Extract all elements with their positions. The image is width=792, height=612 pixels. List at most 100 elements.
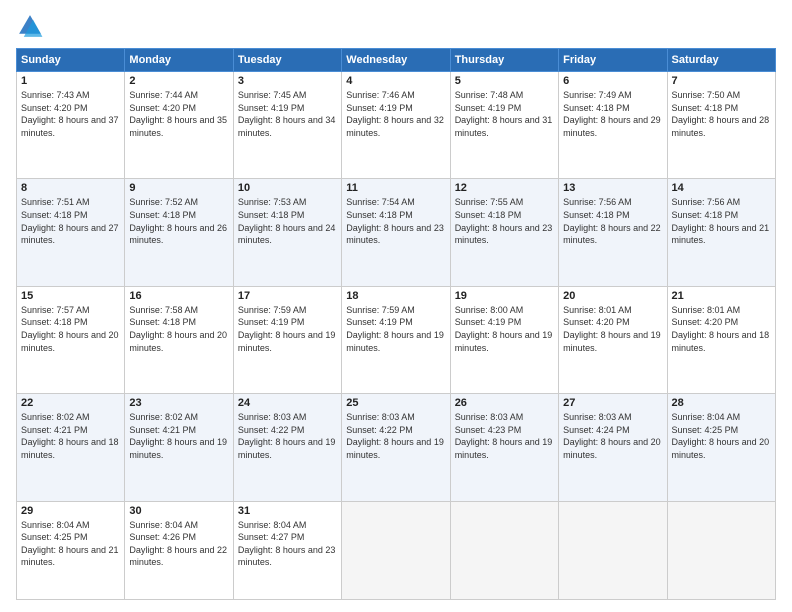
- logo: [16, 12, 48, 40]
- day-number: 19: [455, 290, 554, 302]
- day-cell: 16 Sunrise: 7:58 AM Sunset: 4:18 PM Dayl…: [125, 286, 233, 393]
- day-number: 3: [238, 75, 337, 87]
- day-info: Sunrise: 7:50 AM Sunset: 4:18 PM Dayligh…: [672, 89, 771, 139]
- day-info: Sunrise: 8:02 AM Sunset: 4:21 PM Dayligh…: [21, 411, 120, 461]
- day-cell: 4 Sunrise: 7:46 AM Sunset: 4:19 PM Dayli…: [342, 72, 450, 179]
- day-info: Sunrise: 7:53 AM Sunset: 4:18 PM Dayligh…: [238, 196, 337, 246]
- day-cell: 24 Sunrise: 8:03 AM Sunset: 4:22 PM Dayl…: [233, 394, 341, 501]
- day-cell: 3 Sunrise: 7:45 AM Sunset: 4:19 PM Dayli…: [233, 72, 341, 179]
- day-info: Sunrise: 7:48 AM Sunset: 4:19 PM Dayligh…: [455, 89, 554, 139]
- day-number: 20: [563, 290, 662, 302]
- day-cell: [450, 501, 558, 599]
- calendar-header-row: SundayMondayTuesdayWednesdayThursdayFrid…: [17, 49, 776, 72]
- day-number: 5: [455, 75, 554, 87]
- day-cell: 22 Sunrise: 8:02 AM Sunset: 4:21 PM Dayl…: [17, 394, 125, 501]
- day-info: Sunrise: 7:56 AM Sunset: 4:18 PM Dayligh…: [672, 196, 771, 246]
- day-cell: 28 Sunrise: 8:04 AM Sunset: 4:25 PM Dayl…: [667, 394, 775, 501]
- day-number: 10: [238, 182, 337, 194]
- day-info: Sunrise: 7:52 AM Sunset: 4:18 PM Dayligh…: [129, 196, 228, 246]
- day-info: Sunrise: 8:04 AM Sunset: 4:27 PM Dayligh…: [238, 519, 337, 569]
- col-header-saturday: Saturday: [667, 49, 775, 72]
- col-header-monday: Monday: [125, 49, 233, 72]
- day-cell: 14 Sunrise: 7:56 AM Sunset: 4:18 PM Dayl…: [667, 179, 775, 286]
- day-info: Sunrise: 7:45 AM Sunset: 4:19 PM Dayligh…: [238, 89, 337, 139]
- day-cell: 2 Sunrise: 7:44 AM Sunset: 4:20 PM Dayli…: [125, 72, 233, 179]
- day-number: 11: [346, 182, 445, 194]
- day-cell: [559, 501, 667, 599]
- day-number: 29: [21, 505, 120, 517]
- col-header-wednesday: Wednesday: [342, 49, 450, 72]
- day-number: 9: [129, 182, 228, 194]
- day-number: 4: [346, 75, 445, 87]
- day-cell: [342, 501, 450, 599]
- col-header-thursday: Thursday: [450, 49, 558, 72]
- day-info: Sunrise: 7:49 AM Sunset: 4:18 PM Dayligh…: [563, 89, 662, 139]
- day-cell: 9 Sunrise: 7:52 AM Sunset: 4:18 PM Dayli…: [125, 179, 233, 286]
- day-info: Sunrise: 8:01 AM Sunset: 4:20 PM Dayligh…: [563, 304, 662, 354]
- day-info: Sunrise: 8:00 AM Sunset: 4:19 PM Dayligh…: [455, 304, 554, 354]
- day-cell: 18 Sunrise: 7:59 AM Sunset: 4:19 PM Dayl…: [342, 286, 450, 393]
- day-number: 17: [238, 290, 337, 302]
- page: SundayMondayTuesdayWednesdayThursdayFrid…: [0, 0, 792, 612]
- day-number: 22: [21, 397, 120, 409]
- day-info: Sunrise: 7:43 AM Sunset: 4:20 PM Dayligh…: [21, 89, 120, 139]
- day-number: 2: [129, 75, 228, 87]
- day-number: 8: [21, 182, 120, 194]
- day-cell: 5 Sunrise: 7:48 AM Sunset: 4:19 PM Dayli…: [450, 72, 558, 179]
- day-number: 31: [238, 505, 337, 517]
- day-cell: 1 Sunrise: 7:43 AM Sunset: 4:20 PM Dayli…: [17, 72, 125, 179]
- calendar-table: SundayMondayTuesdayWednesdayThursdayFrid…: [16, 48, 776, 600]
- day-cell: 19 Sunrise: 8:00 AM Sunset: 4:19 PM Dayl…: [450, 286, 558, 393]
- day-number: 1: [21, 75, 120, 87]
- day-cell: 23 Sunrise: 8:02 AM Sunset: 4:21 PM Dayl…: [125, 394, 233, 501]
- day-info: Sunrise: 7:44 AM Sunset: 4:20 PM Dayligh…: [129, 89, 228, 139]
- day-info: Sunrise: 8:03 AM Sunset: 4:22 PM Dayligh…: [346, 411, 445, 461]
- day-info: Sunrise: 7:56 AM Sunset: 4:18 PM Dayligh…: [563, 196, 662, 246]
- day-cell: 30 Sunrise: 8:04 AM Sunset: 4:26 PM Dayl…: [125, 501, 233, 599]
- day-info: Sunrise: 8:04 AM Sunset: 4:26 PM Dayligh…: [129, 519, 228, 569]
- day-cell: 8 Sunrise: 7:51 AM Sunset: 4:18 PM Dayli…: [17, 179, 125, 286]
- day-number: 25: [346, 397, 445, 409]
- day-number: 23: [129, 397, 228, 409]
- day-cell: 31 Sunrise: 8:04 AM Sunset: 4:27 PM Dayl…: [233, 501, 341, 599]
- day-cell: 7 Sunrise: 7:50 AM Sunset: 4:18 PM Dayli…: [667, 72, 775, 179]
- day-info: Sunrise: 8:02 AM Sunset: 4:21 PM Dayligh…: [129, 411, 228, 461]
- day-cell: 21 Sunrise: 8:01 AM Sunset: 4:20 PM Dayl…: [667, 286, 775, 393]
- week-row-2: 8 Sunrise: 7:51 AM Sunset: 4:18 PM Dayli…: [17, 179, 776, 286]
- week-row-1: 1 Sunrise: 7:43 AM Sunset: 4:20 PM Dayli…: [17, 72, 776, 179]
- day-number: 28: [672, 397, 771, 409]
- day-number: 12: [455, 182, 554, 194]
- day-number: 7: [672, 75, 771, 87]
- day-cell: 20 Sunrise: 8:01 AM Sunset: 4:20 PM Dayl…: [559, 286, 667, 393]
- day-info: Sunrise: 7:59 AM Sunset: 4:19 PM Dayligh…: [346, 304, 445, 354]
- day-cell: 27 Sunrise: 8:03 AM Sunset: 4:24 PM Dayl…: [559, 394, 667, 501]
- day-info: Sunrise: 8:03 AM Sunset: 4:22 PM Dayligh…: [238, 411, 337, 461]
- day-info: Sunrise: 8:03 AM Sunset: 4:23 PM Dayligh…: [455, 411, 554, 461]
- day-info: Sunrise: 8:04 AM Sunset: 4:25 PM Dayligh…: [21, 519, 120, 569]
- day-info: Sunrise: 8:01 AM Sunset: 4:20 PM Dayligh…: [672, 304, 771, 354]
- day-cell: 10 Sunrise: 7:53 AM Sunset: 4:18 PM Dayl…: [233, 179, 341, 286]
- day-cell: 11 Sunrise: 7:54 AM Sunset: 4:18 PM Dayl…: [342, 179, 450, 286]
- day-info: Sunrise: 7:55 AM Sunset: 4:18 PM Dayligh…: [455, 196, 554, 246]
- logo-icon: [16, 12, 44, 40]
- col-header-tuesday: Tuesday: [233, 49, 341, 72]
- day-number: 15: [21, 290, 120, 302]
- day-cell: 12 Sunrise: 7:55 AM Sunset: 4:18 PM Dayl…: [450, 179, 558, 286]
- day-info: Sunrise: 7:54 AM Sunset: 4:18 PM Dayligh…: [346, 196, 445, 246]
- col-header-friday: Friday: [559, 49, 667, 72]
- day-number: 27: [563, 397, 662, 409]
- day-cell: 26 Sunrise: 8:03 AM Sunset: 4:23 PM Dayl…: [450, 394, 558, 501]
- day-cell: 6 Sunrise: 7:49 AM Sunset: 4:18 PM Dayli…: [559, 72, 667, 179]
- day-info: Sunrise: 7:58 AM Sunset: 4:18 PM Dayligh…: [129, 304, 228, 354]
- day-info: Sunrise: 8:03 AM Sunset: 4:24 PM Dayligh…: [563, 411, 662, 461]
- day-number: 21: [672, 290, 771, 302]
- day-info: Sunrise: 7:59 AM Sunset: 4:19 PM Dayligh…: [238, 304, 337, 354]
- day-info: Sunrise: 7:57 AM Sunset: 4:18 PM Dayligh…: [21, 304, 120, 354]
- day-number: 13: [563, 182, 662, 194]
- day-info: Sunrise: 7:51 AM Sunset: 4:18 PM Dayligh…: [21, 196, 120, 246]
- day-number: 14: [672, 182, 771, 194]
- col-header-sunday: Sunday: [17, 49, 125, 72]
- week-row-4: 22 Sunrise: 8:02 AM Sunset: 4:21 PM Dayl…: [17, 394, 776, 501]
- header: [16, 12, 776, 40]
- week-row-3: 15 Sunrise: 7:57 AM Sunset: 4:18 PM Dayl…: [17, 286, 776, 393]
